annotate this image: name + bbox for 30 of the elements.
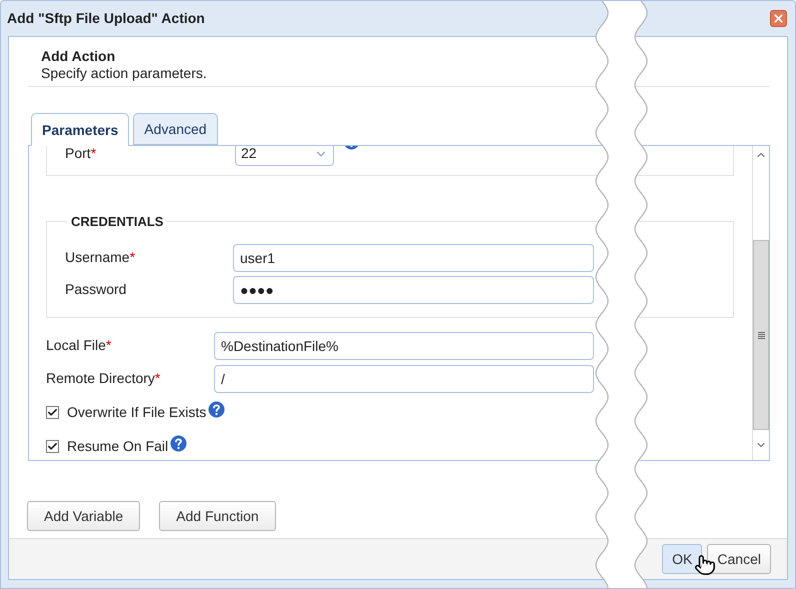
checkbox-label: Resume On Fail [67, 436, 168, 456]
field-label: Username* [65, 248, 136, 267]
checkbox[interactable] [46, 440, 59, 452]
tab[interactable]: Advanced [133, 113, 218, 145]
window-title: Add "Sftp File Upload" Action [7, 9, 205, 28]
close-icon [772, 12, 785, 25]
text-field[interactable]: / [214, 364, 594, 392]
section-subtitle: Specify action parameters. [41, 65, 208, 82]
action-button[interactable]: Add Variable [27, 501, 140, 531]
close-button[interactable] [770, 10, 787, 27]
action-button[interactable]: Add Function [159, 501, 276, 531]
help-icon[interactable] [170, 434, 188, 452]
tab[interactable]: Parameters [31, 113, 130, 146]
group-legend: CREDENTIALS [67, 212, 168, 232]
scrollbar[interactable] [752, 146, 769, 460]
field-label: Password [65, 280, 128, 299]
field-label: Port* [65, 146, 98, 163]
text-field[interactable]: user1 [233, 244, 594, 272]
dialog-button[interactable]: Cancel [707, 544, 771, 574]
checkbox-label: Overwrite If File Exists [67, 402, 206, 422]
field-label: Remote Directory* [46, 369, 162, 388]
field-label: Local File* [46, 336, 112, 355]
section-title: Add Action [41, 48, 116, 65]
checkbox[interactable] [46, 406, 59, 418]
text-field[interactable]: ●●●● [233, 276, 594, 304]
help-icon[interactable] [208, 400, 226, 418]
hand-cursor-icon [694, 554, 716, 576]
text-field[interactable]: %DestinationFile% [214, 332, 594, 360]
port-select[interactable]: 22 [235, 146, 334, 166]
dialog-button[interactable]: OK [662, 544, 702, 574]
